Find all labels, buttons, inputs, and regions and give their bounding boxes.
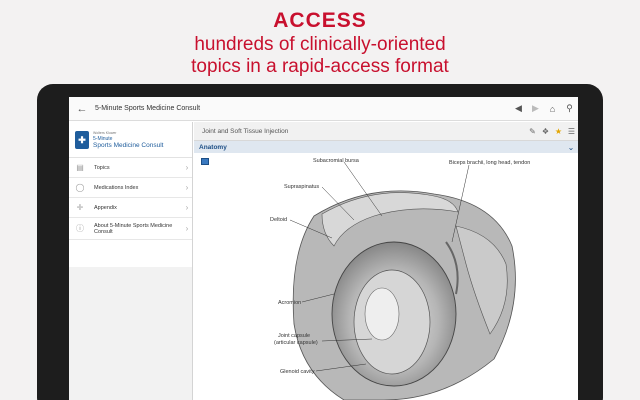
anatomy-figure: Subacromial bursa Biceps brachii, long h…	[194, 154, 578, 400]
sidebar-item-label: About 5-Minute Sports Medicine Consult	[94, 222, 173, 235]
label-articular-capsule: (articular capsule)	[274, 340, 318, 346]
label-glenoid-cavity: Glenoid cavity	[280, 369, 315, 375]
sidebar-item-topics[interactable]: ▤ Topics ›	[69, 158, 192, 178]
brand-name: Sports Medicine Consult	[93, 141, 164, 149]
brand-icon: ✚	[75, 130, 89, 149]
topic-title: Joint and Soft Tissue Injection	[202, 127, 289, 135]
info-icon: ⓘ	[76, 224, 84, 233]
label-acromion: Acromion	[278, 300, 301, 306]
app-title: 5-Minute Sports Medicine Consult	[95, 105, 201, 112]
joint-cavity	[364, 287, 400, 341]
label-biceps-tendon: Biceps brachii, long head, tendon	[449, 160, 530, 166]
back-arrow-icon[interactable]: ←	[69, 103, 95, 115]
promo-subline-2: topics in a rapid-access format	[191, 56, 449, 77]
app-screen: ← 5-Minute Sports Medicine Consult ◀ ▶ ⌂…	[69, 97, 578, 400]
star-icon[interactable]: ★	[552, 127, 565, 136]
list-edit-icon[interactable]: ☰	[565, 127, 578, 136]
label-deltoid: Deltoid	[270, 217, 287, 223]
next-icon[interactable]: ▶	[527, 103, 544, 114]
sidebar-item-appendix[interactable]: ✛ Appendix ›	[69, 198, 192, 218]
sidebar-item-about[interactable]: ⓘ About 5-Minute Sports Medicine Consult…	[69, 218, 192, 240]
chevron-right-icon: ›	[185, 163, 189, 172]
appendix-icon: ✛	[76, 203, 84, 212]
promo-headline: ACCESS	[273, 9, 367, 32]
chevron-right-icon: ›	[185, 224, 189, 233]
sidebar-item-label: Topics	[94, 164, 110, 171]
chevron-right-icon: ›	[185, 203, 189, 212]
brand-logo-block[interactable]: ✚ Wolters Kluwer 5-Minute Sports Medicin…	[69, 122, 192, 158]
sidebar-item-label: Medications Index	[94, 184, 139, 191]
topics-icon: ▤	[76, 163, 84, 172]
sidebar-item-medications[interactable]: ◯ Medications Index ›	[69, 178, 192, 198]
label-subacromial-bursa: Subacromial bursa	[313, 158, 360, 164]
sidebar-empty-area	[69, 267, 192, 400]
notes-icon[interactable]: ✎	[526, 127, 539, 136]
brand-text: Wolters Kluwer 5-Minute Sports Medicine …	[93, 130, 163, 150]
home-icon[interactable]: ⌂	[544, 104, 561, 114]
content-pane: Joint and Soft Tissue Injection ✎ ❖ ★ ☰ …	[194, 122, 578, 400]
prev-icon[interactable]: ◀	[510, 103, 527, 114]
app-bar: ← 5-Minute Sports Medicine Consult ◀ ▶ ⌂…	[69, 97, 578, 121]
pill-icon: ◯	[75, 183, 85, 192]
chevron-down-icon[interactable]: ⌄	[564, 143, 578, 152]
content-header: Joint and Soft Tissue Injection ✎ ❖ ★ ☰	[194, 122, 578, 141]
sidebar: ✚ Wolters Kluwer 5-Minute Sports Medicin…	[69, 122, 193, 400]
section-label: Anatomy	[199, 143, 227, 151]
sidebar-item-label: Appendix	[94, 204, 117, 211]
chevron-right-icon: ›	[185, 183, 189, 192]
promo-subline-1: hundreds of clinically-oriented	[194, 34, 446, 55]
section-header-anatomy[interactable]: Anatomy ⌄	[194, 141, 578, 153]
tag-icon[interactable]: ❖	[539, 127, 552, 136]
search-icon[interactable]: ⚲	[561, 103, 578, 114]
shoulder-illustration: Subacromial bursa Biceps brachii, long h…	[270, 158, 530, 400]
label-joint-capsule: Joint capsule	[278, 333, 310, 339]
label-supraspinatus: Supraspinatus	[284, 184, 319, 190]
